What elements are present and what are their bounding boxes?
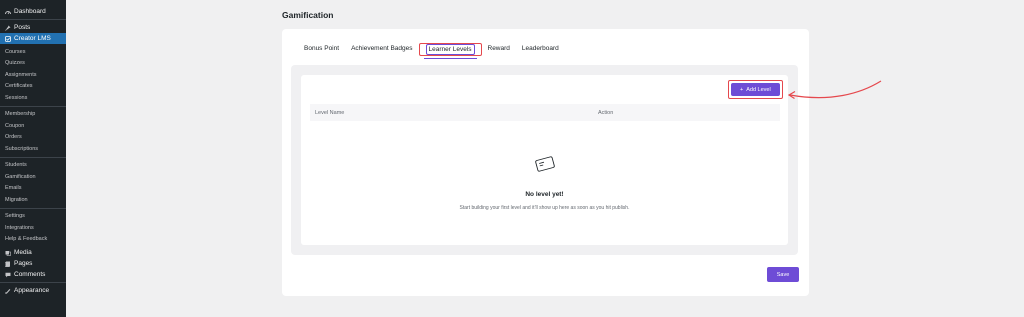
sidebar-subitem-coupon[interactable]: Coupon <box>0 120 66 132</box>
levels-container: + Add Level Level Name Action No level y… <box>291 65 798 255</box>
sidebar-item-label: Pages <box>14 260 33 267</box>
tab-learner-levels[interactable]: Learner Levels <box>418 43 482 59</box>
sidebar-item-posts[interactable]: Posts <box>0 22 66 33</box>
sidebar-subitem-migration[interactable]: Migration <box>0 194 66 206</box>
page-title: Gamification <box>282 10 334 20</box>
sidebar-subitem-help-feedback[interactable]: Help & Feedback <box>0 234 66 246</box>
tab-bonus-point[interactable]: Bonus Point <box>298 43 345 56</box>
sidebar-subitem-subscriptions[interactable]: Subscriptions <box>0 143 66 155</box>
sidebar-item-comments[interactable]: Comments <box>0 269 66 280</box>
sidebar-subitem-orders[interactable]: Orders <box>0 132 66 144</box>
sidebar-divider <box>0 282 66 283</box>
sidebar-item-label: Appearance <box>14 287 50 294</box>
sidebar-subitem-integrations[interactable]: Integrations <box>0 222 66 234</box>
sidebar-subitem-settings[interactable]: Settings <box>0 211 66 223</box>
sidebar-subitem-certificates[interactable]: Certificates <box>0 81 66 93</box>
sidebar-divider <box>0 19 66 20</box>
admin-sidebar: Dashboard Posts Creator LMS Courses Quiz… <box>0 0 66 317</box>
empty-state-title: No level yet! <box>525 191 564 198</box>
add-level-button[interactable]: + Add Level <box>731 83 780 96</box>
sidebar-item-label: Dashboard <box>14 8 46 15</box>
gamification-tabs: Bonus Point Achievement Badges Learner L… <box>298 43 565 59</box>
sidebar-divider <box>0 105 66 107</box>
sidebar-divider <box>0 156 66 158</box>
sidebar-item-dashboard[interactable]: Dashboard <box>0 6 66 17</box>
sidebar-subitem-gamification[interactable]: Gamification <box>0 171 66 183</box>
levels-panel: + Add Level Level Name Action No level y… <box>301 75 788 245</box>
sidebar-item-label: Creator LMS <box>14 35 51 42</box>
save-button[interactable]: Save <box>767 267 799 282</box>
plus-icon: + <box>740 86 744 93</box>
dashboard-icon <box>5 9 11 15</box>
tab-reward[interactable]: Reward <box>482 43 516 56</box>
media-icon <box>5 250 11 256</box>
sidebar-item-label: Posts <box>14 24 31 31</box>
pin-icon <box>5 25 11 31</box>
card-icon <box>534 153 556 180</box>
sidebar-divider <box>0 207 66 209</box>
add-level-highlight: + Add Level <box>728 80 783 99</box>
sidebar-subitem-courses[interactable]: Courses <box>0 46 66 58</box>
tab-leaderboard[interactable]: Leaderboard <box>516 43 565 56</box>
comments-icon <box>5 272 11 278</box>
annotation-arrow-icon <box>787 80 882 100</box>
pages-icon <box>5 261 11 267</box>
sidebar-item-label: Media <box>14 249 32 256</box>
sidebar-subitem-assignments[interactable]: Assignments <box>0 69 66 81</box>
sidebar-item-label: Comments <box>14 271 46 278</box>
add-level-label: Add Level <box>746 86 771 93</box>
tab-achievement-badges[interactable]: Achievement Badges <box>345 43 418 56</box>
sidebar-subitem-membership[interactable]: Membership <box>0 109 66 121</box>
sidebar-subitem-emails[interactable]: Emails <box>0 183 66 195</box>
sidebar-item-media[interactable]: Media <box>0 247 66 258</box>
sidebar-subitem-quizzes[interactable]: Quizzes <box>0 58 66 70</box>
sidebar-item-pages[interactable]: Pages <box>0 258 66 269</box>
sidebar-item-creator-lms[interactable]: Creator LMS <box>0 33 66 44</box>
column-header-action: Action <box>598 109 614 116</box>
table-header: Level Name Action <box>310 104 780 121</box>
column-header-level-name: Level Name <box>315 109 345 116</box>
gamification-card: Bonus Point Achievement Badges Learner L… <box>282 29 809 296</box>
tab-label: Learner Levels <box>425 44 475 55</box>
sidebar-item-appearance[interactable]: Appearance <box>0 285 66 296</box>
sidebar-subitem-students[interactable]: Students <box>0 160 66 172</box>
lms-icon <box>5 35 11 42</box>
sidebar-subitem-sessions[interactable]: Sessions <box>0 92 66 104</box>
empty-state-description: Start building your first level and it'l… <box>459 205 630 211</box>
appearance-icon <box>5 288 11 294</box>
